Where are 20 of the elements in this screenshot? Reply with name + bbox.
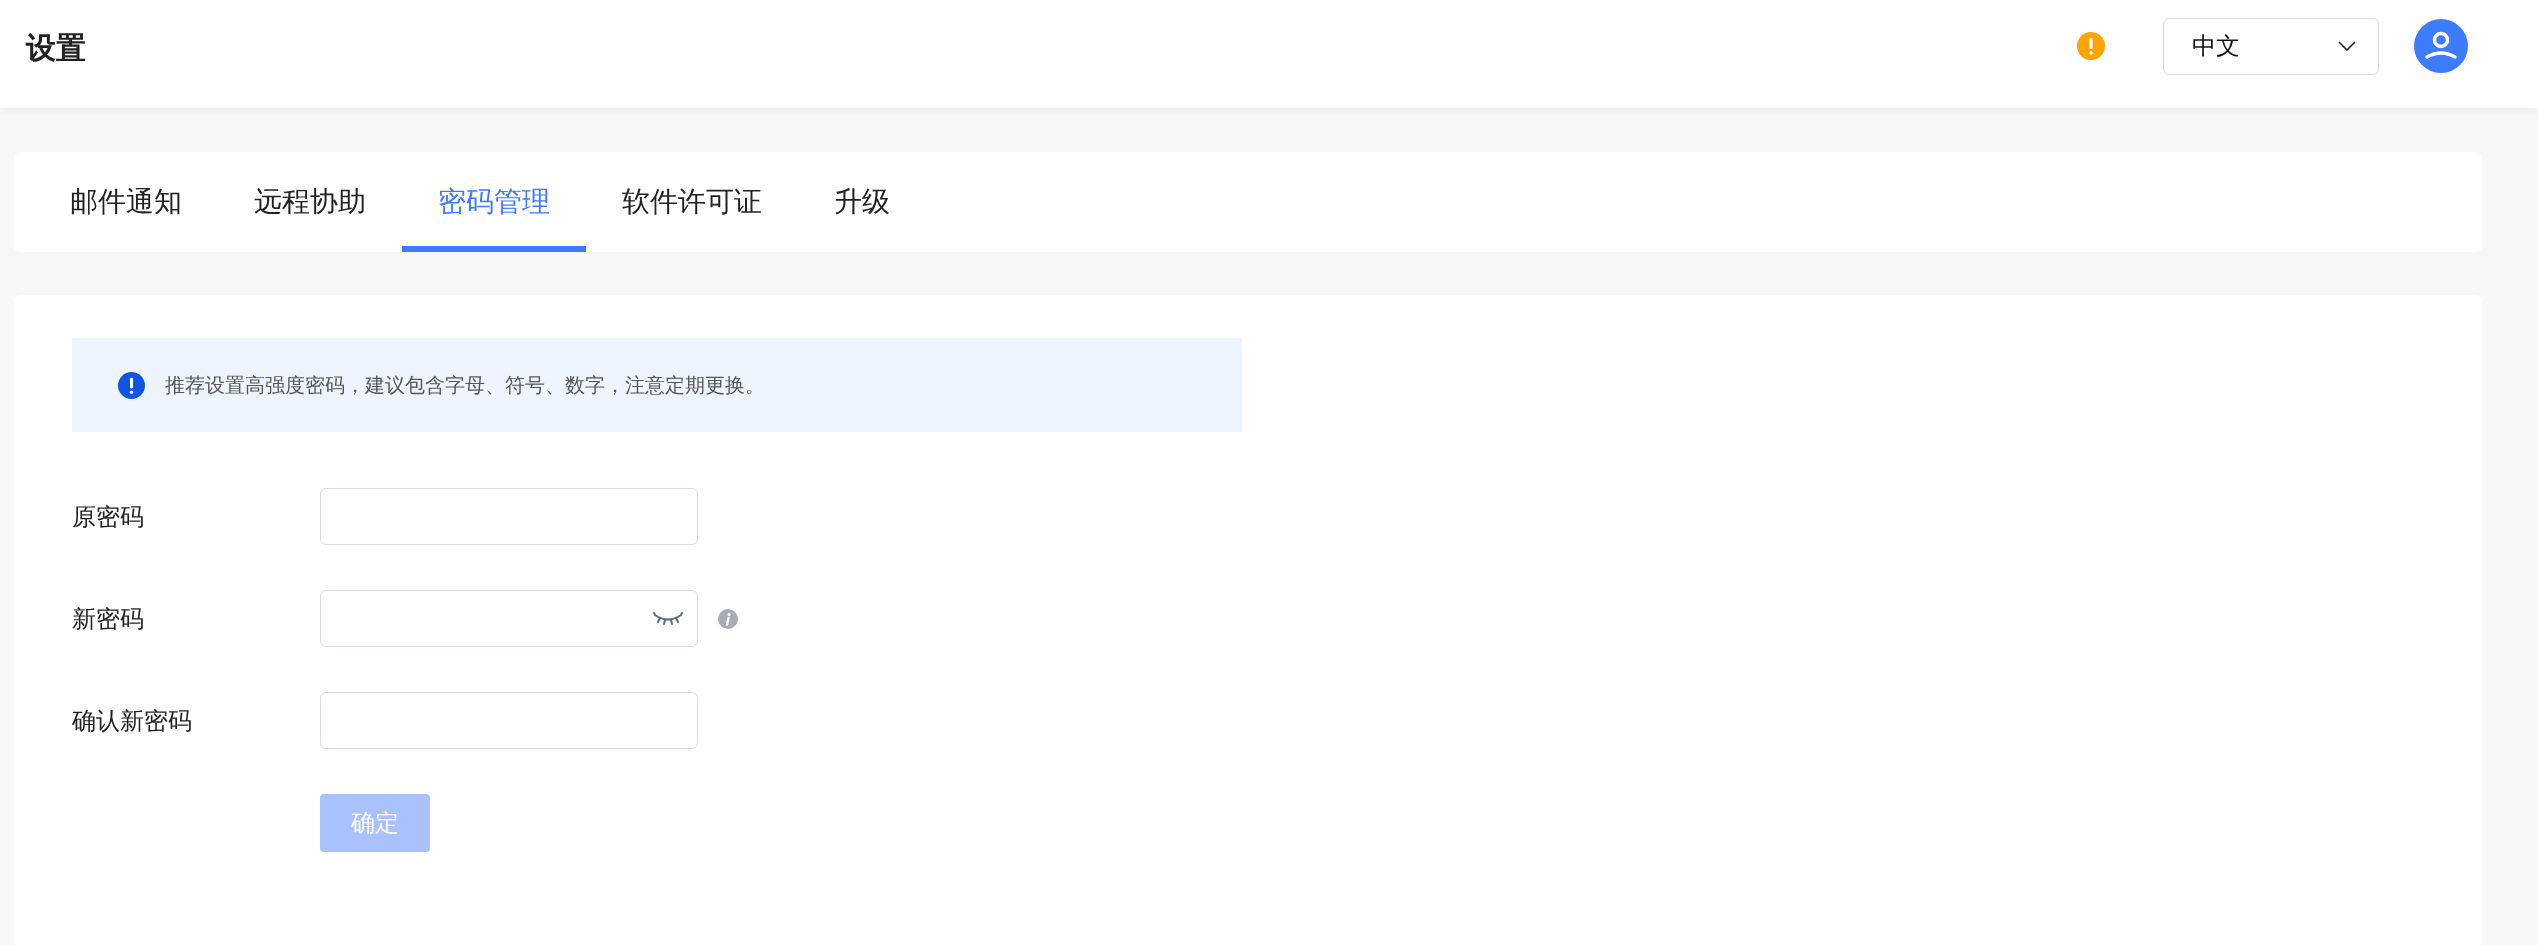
tab[interactable]: 邮件通知 [34, 152, 218, 252]
banner-text: 推荐设置高强度密码，建议包含字母、符号、数字，注意定期更换。 [165, 371, 765, 399]
tab[interactable]: 升级 [798, 152, 926, 252]
field-label: 确认新密码 [72, 705, 193, 737]
password-field[interactable] [320, 590, 698, 647]
field-label: 原密码 [72, 501, 145, 533]
field-label: 新密码 [72, 603, 145, 635]
tab[interactable]: 软件许可证 [586, 152, 798, 252]
exclamation-icon [118, 371, 145, 399]
language-select[interactable]: 中文 [2163, 17, 2379, 75]
warning-icon[interactable] [2077, 32, 2105, 60]
closed-eye-icon[interactable] [653, 611, 683, 626]
password-field[interactable] [320, 692, 698, 749]
user-avatar-icon[interactable] [2414, 19, 2468, 73]
password-field[interactable] [320, 488, 698, 545]
info-icon[interactable] [718, 608, 738, 629]
chevron-down-icon [2338, 41, 2356, 51]
tab[interactable]: 远程协助 [218, 152, 402, 252]
tab[interactable]: 密码管理 [402, 152, 586, 252]
page-title: 设置 [26, 28, 86, 67]
